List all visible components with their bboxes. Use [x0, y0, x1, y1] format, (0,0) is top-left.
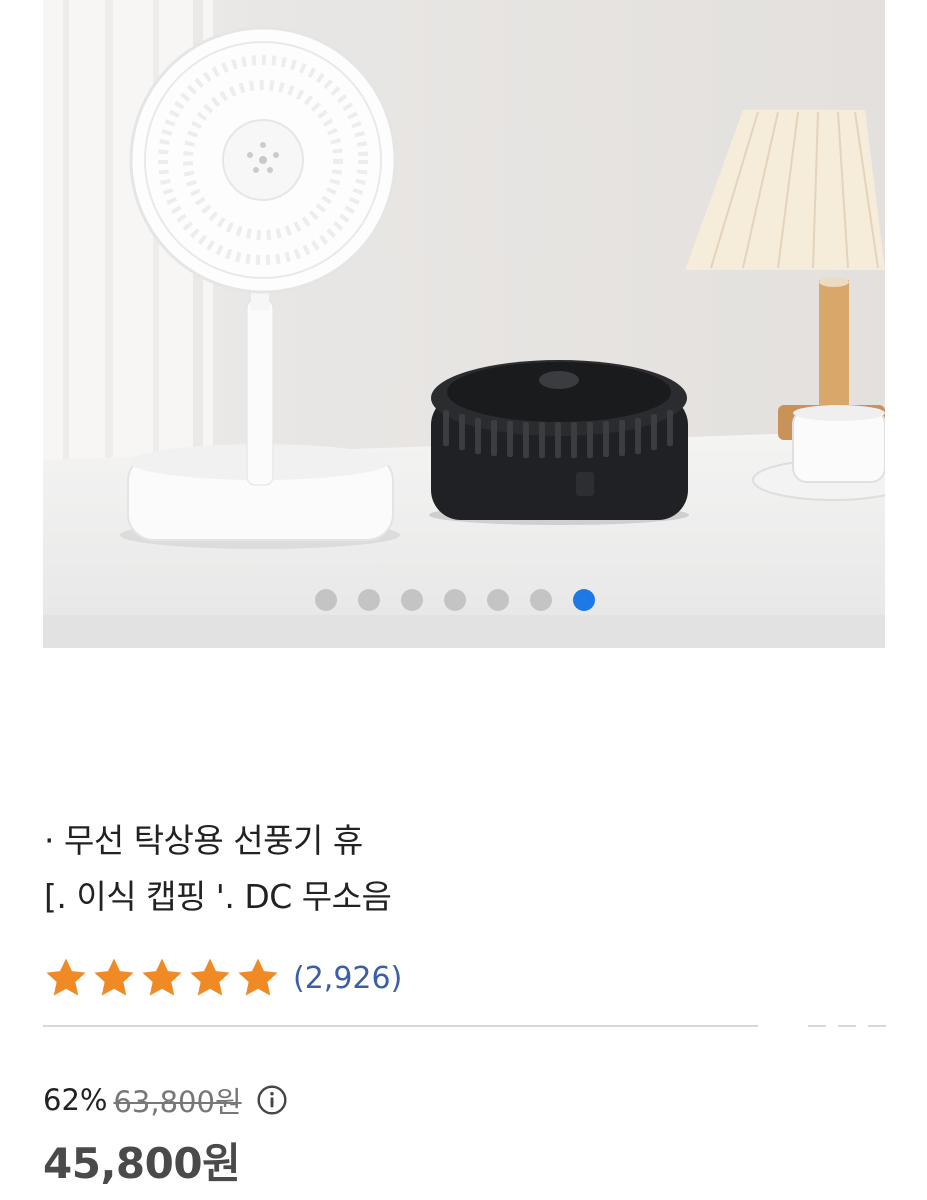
star-icon — [94, 958, 134, 996]
carousel-indicator[interactable] — [43, 589, 885, 611]
discount-rate: 62% — [43, 1083, 108, 1117]
star-icon — [238, 958, 278, 996]
price-info-row: 62% 63,800원 — [43, 1078, 288, 1122]
product-title-line-2: [. 이식 캡핑 '. DC 무소음 — [44, 877, 392, 916]
carousel-dot[interactable] — [444, 589, 466, 611]
review-count-link[interactable]: (2,926) — [293, 961, 402, 996]
product-title: · 무선 탁상용 선풍기 휴 [. 이식 캡핑 '. DC 무소음 — [44, 813, 684, 925]
carousel-dot[interactable] — [315, 589, 337, 611]
carousel-dot-active[interactable] — [573, 589, 595, 611]
original-price: 63,800원 — [113, 1085, 242, 1119]
carousel-dot[interactable] — [530, 589, 552, 611]
product-rating[interactable]: (2,926) — [43, 955, 402, 1001]
product-title-line-1: · 무선 탁상용 선풍기 휴 — [44, 821, 363, 860]
product-photo — [43, 0, 885, 648]
carousel-dot[interactable] — [487, 589, 509, 611]
carousel-dot[interactable] — [401, 589, 423, 611]
info-icon[interactable] — [256, 1084, 288, 1116]
star-icon — [142, 958, 182, 996]
divider — [808, 1025, 886, 1027]
sale-price: 45,800원 — [43, 1139, 241, 1188]
product-image-gallery[interactable] — [43, 0, 885, 648]
star-rating — [43, 955, 281, 1001]
divider — [43, 1025, 758, 1027]
star-icon — [46, 958, 86, 996]
star-icon — [190, 958, 230, 996]
carousel-dot[interactable] — [358, 589, 380, 611]
